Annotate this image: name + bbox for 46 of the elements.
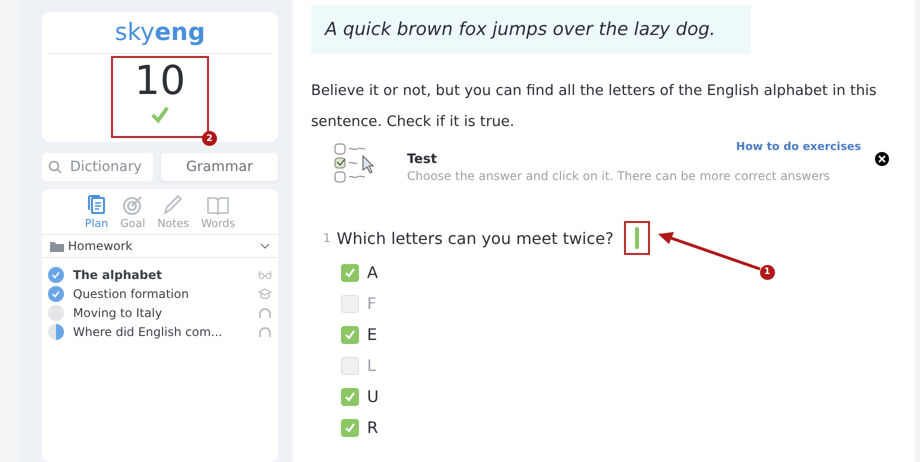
lesson-item[interactable]: The alphabet	[48, 266, 272, 284]
pencil-icon	[162, 195, 184, 215]
checkbox[interactable]	[341, 418, 359, 436]
glasses-icon	[258, 270, 272, 280]
annotation-badge: 2	[202, 131, 217, 146]
checkbox[interactable]	[341, 294, 359, 312]
help-link[interactable]: How to do exercises	[736, 140, 861, 153]
answer-option[interactable]: R	[341, 417, 897, 438]
folder-icon	[50, 240, 64, 252]
description-text: Believe it or not, but you can find all the letters of the English alphabet in this sentence. Check if it is true.	[311, 82, 878, 132]
check-icon	[344, 266, 356, 278]
question-text: Which letters can you meet twice?	[336, 228, 614, 248]
checkbox[interactable]	[341, 326, 359, 344]
homework-section-header[interactable]: Homework	[42, 235, 278, 258]
headphones-icon	[258, 307, 272, 319]
quote-text: A quick brown fox jumps over the lazy dog.	[311, 5, 751, 54]
progress-circle-icon	[48, 267, 64, 283]
document-stack-icon	[86, 195, 108, 215]
check-icon	[344, 328, 356, 340]
chevron-icon	[260, 243, 270, 249]
answer-option[interactable]: E	[341, 324, 897, 345]
graduation-cap-icon	[258, 288, 272, 300]
check-icon	[344, 390, 356, 402]
headphones-icon	[258, 326, 272, 338]
checkbox[interactable]	[341, 388, 359, 406]
exercise-title: Test	[407, 152, 438, 167]
exercise-hint: Choose the answer and click on it. There can be more correct answers	[407, 169, 830, 183]
answer-option[interactable]: U	[341, 386, 897, 407]
logo: skyeng	[49, 12, 271, 54]
progress-circle-icon	[48, 324, 64, 340]
lesson-item[interactable]: Moving to Italy	[48, 304, 272, 322]
book-icon	[207, 195, 230, 215]
dictionary-search-field[interactable]: Dictionary	[42, 153, 153, 181]
checkbox[interactable]	[341, 264, 359, 282]
checkbox[interactable]	[341, 356, 359, 374]
lesson-item[interactable]: Question formation	[48, 285, 272, 303]
close-button[interactable]	[875, 152, 889, 166]
annotation-badge: 1	[760, 264, 775, 280]
target-icon	[122, 195, 144, 215]
score-value: 10	[134, 58, 186, 104]
grammar-button[interactable]: Grammar	[161, 153, 278, 181]
check-icon	[344, 422, 356, 434]
search-icon	[48, 160, 62, 174]
lesson-item[interactable]: Where did English com...	[48, 323, 272, 341]
question-number: 1	[323, 231, 331, 245]
progress-circle-icon	[48, 286, 64, 302]
